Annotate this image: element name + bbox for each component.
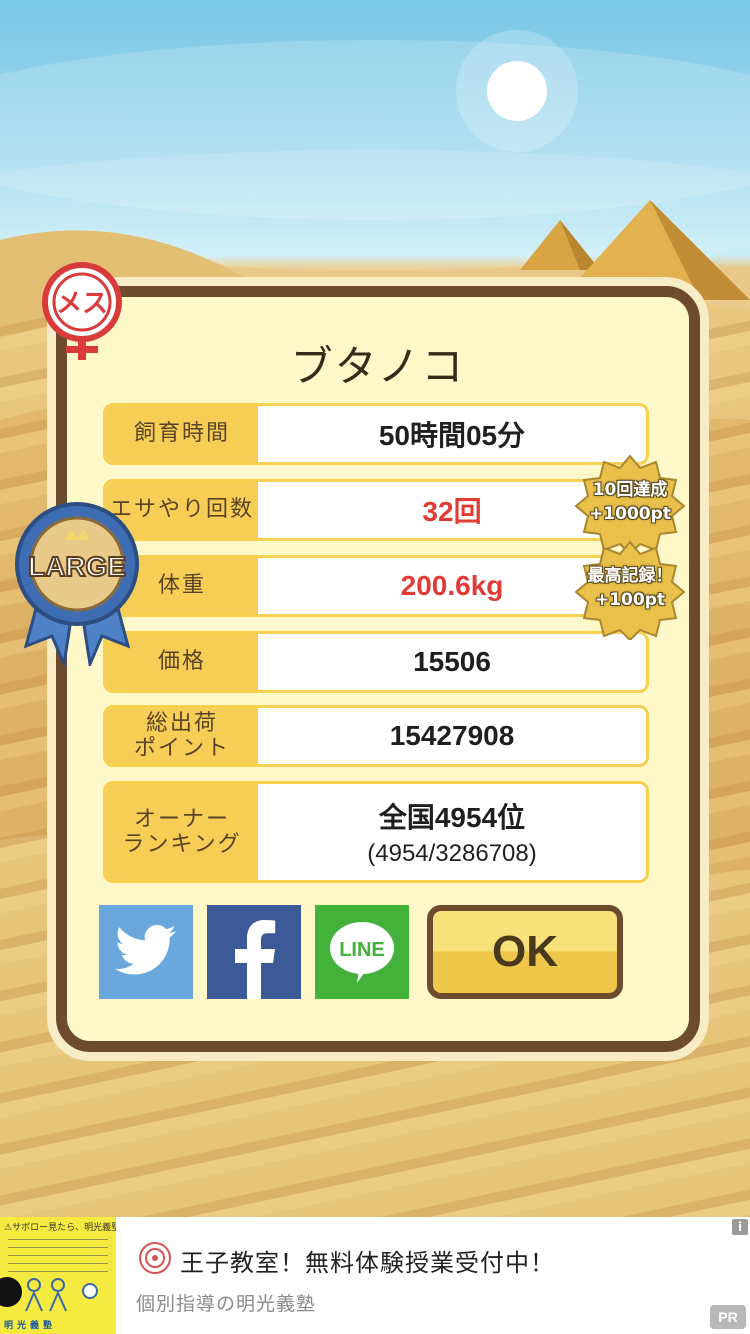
line-share-button[interactable]: LINE [315, 905, 409, 999]
ad-image-text-lines [8, 1235, 108, 1275]
bonus-line2: +1000pt [589, 504, 671, 524]
ok-button[interactable]: OK [427, 905, 623, 999]
pig-name: ブタノコ [290, 342, 466, 391]
ad-mascot-icon [0, 1277, 22, 1307]
sun [487, 61, 547, 121]
stat-row-price: 価格 15506 [103, 631, 649, 693]
large-ribbon-icon: LARGE [15, 502, 139, 666]
pr-badge: PR [710, 1305, 746, 1329]
line-label: LINE [339, 939, 385, 961]
bonus-line2: +100pt [594, 590, 666, 610]
facebook-share-button[interactable] [207, 905, 301, 999]
stat-row-shipping-points: 総出荷 ポイント 15427908 [103, 705, 649, 767]
gender-label: メス [56, 289, 108, 319]
stat-value: 15427908 [389, 720, 515, 751]
stat-label: オーナー ランキング [106, 784, 258, 880]
ad-image[interactable]: ⚠サボロー見たら、明光義塾。 明光義塾 [0, 1217, 116, 1334]
ad-image-footer: 明光義塾 [4, 1321, 57, 1331]
ad-subtitle[interactable]: 個別指導の明光義塾 [136, 1289, 316, 1316]
twitter-bird-icon [115, 925, 176, 975]
result-dialog: ブタノコ 飼育時間 50時間05分 エサやり回数 32回 体重 200.6kg … [56, 286, 700, 1052]
stat-row-feed-count: エサやり回数 32回 [103, 479, 649, 541]
school-logo-icon [139, 1242, 171, 1274]
stat-value: 15506 [413, 646, 491, 677]
ranking-detail: (4954/3286708) [367, 840, 537, 867]
ad-title[interactable]: 王子教室！無料体験授業受付中！ [180, 1243, 555, 1278]
stat-label: 総出荷 ポイント [106, 708, 258, 764]
female-badge-icon: メス [42, 262, 122, 360]
facebook-f-icon [235, 920, 276, 999]
ad-image-caption: ⚠サボロー見たら、明光義塾。 [4, 1223, 116, 1233]
twitter-share-button[interactable] [99, 905, 193, 999]
stat-value: 全国4954位 (4954/3286708) [367, 802, 537, 867]
stat-row-weight: 体重 200.6kg [103, 555, 649, 617]
ad-figures-image [25, 1278, 98, 1312]
stat-row-breeding-time: 飼育時間 50時間05分 [103, 403, 649, 465]
bonus-badge-feed: 10回達成 +1000pt [574, 454, 686, 554]
size-label: LARGE [28, 551, 126, 582]
ad-banner[interactable]: ⚠サボロー見たら、明光義塾。 明光義塾 王子教室！無料体験授業受付中！ 個別指導… [0, 1217, 750, 1334]
stat-label: 飼育時間 [106, 406, 258, 462]
line-icon: LINE [330, 922, 394, 983]
ad-info-icon[interactable]: i [732, 1219, 748, 1235]
bonus-line1: 最高記録！ [587, 566, 673, 586]
bonus-line1: 10回達成 [592, 480, 668, 500]
stat-row-owner-ranking: オーナー ランキング 全国4954位 (4954/3286708) [103, 781, 649, 883]
bonus-badge-weight: 最高記録！ +100pt [574, 540, 686, 640]
